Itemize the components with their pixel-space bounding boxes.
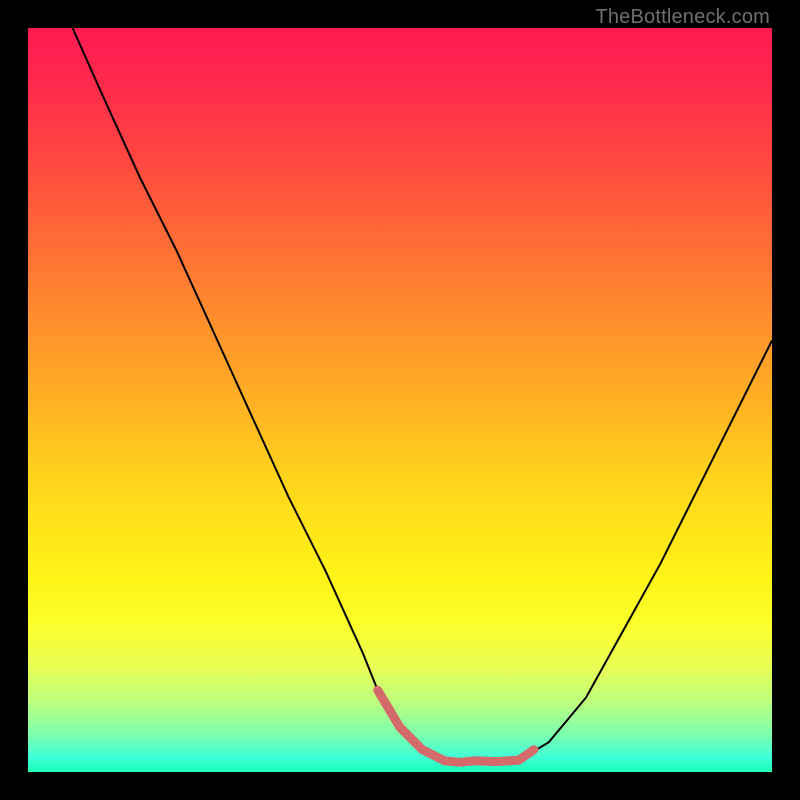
watermark-text: TheBottleneck.com (595, 6, 770, 29)
chart-frame: TheBottleneck.com (0, 0, 800, 800)
plot-area (28, 28, 772, 772)
zero-bottleneck-band (378, 690, 534, 762)
bottleneck-curve (73, 28, 772, 762)
curve-layer (28, 28, 772, 772)
